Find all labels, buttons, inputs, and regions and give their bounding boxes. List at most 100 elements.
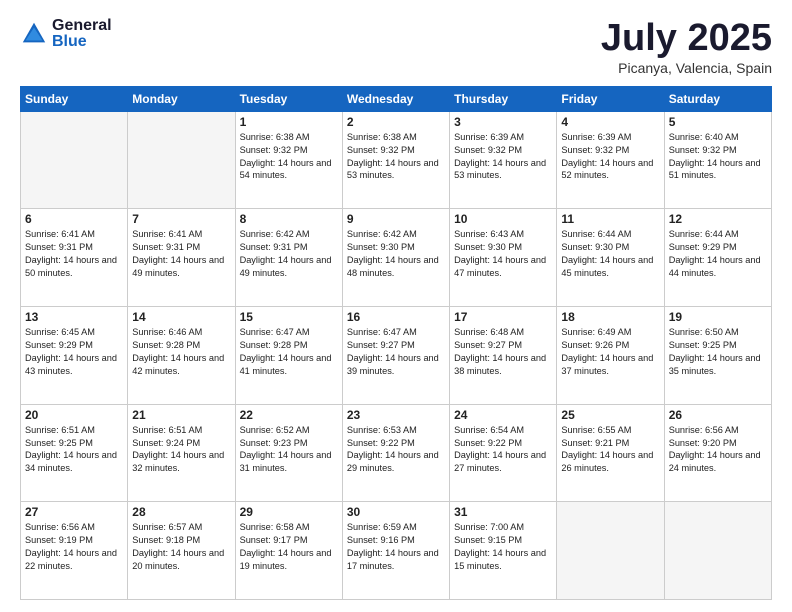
calendar-cell: 2 Sunrise: 6:38 AM Sunset: 9:32 PM Daylig…: [342, 111, 449, 209]
day-number: 25: [561, 408, 659, 422]
calendar-cell: [557, 502, 664, 600]
day-number: 27: [25, 505, 123, 519]
cell-text: Sunrise: 6:55 AM Sunset: 9:21 PM Dayligh…: [561, 424, 659, 476]
day-number: 10: [454, 212, 552, 226]
calendar-cell: 10Sunrise: 6:43 AM Sunset: 9:30 PM Dayli…: [450, 209, 557, 307]
location-subtitle: Picanya, Valencia, Spain: [601, 60, 772, 76]
cell-text: Sunrise: 6:46 AM Sunset: 9:28 PM Dayligh…: [132, 326, 230, 378]
calendar-cell: [664, 502, 771, 600]
weekday-header: Saturday: [664, 86, 771, 111]
calendar-cell: [128, 111, 235, 209]
calendar-cell: 17 Sunrise: 6:48 AM Sunset: 9:27 PM Dayli…: [450, 307, 557, 405]
cell-text: Sunrise: 6:47 AM Sunset: 9:27 PM Dayligh…: [347, 326, 445, 378]
day-number: 1: [240, 115, 338, 129]
calendar-table: SundayMondayTuesdayWednesdayThursdayFrid…: [20, 86, 772, 600]
day-number: 21: [132, 408, 230, 422]
day-number: 8: [240, 212, 338, 226]
calendar-cell: 19 Sunrise: 6:50 AM Sunset: 9:25 PM Dayli…: [664, 307, 771, 405]
calendar-week-row: 20 Sunrise: 6:51 AM Sunset: 9:25 PM Dayli…: [21, 404, 772, 502]
cell-text: Sunrise: 6:58 AM Sunset: 9:17 PM Dayligh…: [240, 521, 338, 573]
day-number: 23: [347, 408, 445, 422]
cell-text: Sunrise: 6:44 AM Sunset: 9:29 PM Dayligh…: [669, 228, 767, 280]
day-number: 12: [669, 212, 767, 226]
header: General Blue July 2025 Picanya, Valencia…: [20, 18, 772, 76]
day-number: 20: [25, 408, 123, 422]
calendar-cell: 5 Sunrise: 6:40 AM Sunset: 9:32 PM Daylig…: [664, 111, 771, 209]
logo-blue: Blue: [52, 34, 112, 50]
calendar-cell: 23 Sunrise: 6:53 AM Sunset: 9:22 PM Dayli…: [342, 404, 449, 502]
calendar-cell: 16Sunrise: 6:47 AM Sunset: 9:27 PM Dayli…: [342, 307, 449, 405]
cell-text: Sunrise: 6:40 AM Sunset: 9:32 PM Dayligh…: [669, 131, 767, 183]
cell-text: Sunrise: 6:42 AM Sunset: 9:30 PM Dayligh…: [347, 228, 445, 280]
calendar-week-row: 6 Sunrise: 6:41 AM Sunset: 9:31 PM Daylig…: [21, 209, 772, 307]
calendar-cell: 15 Sunrise: 6:47 AM Sunset: 9:28 PM Dayli…: [235, 307, 342, 405]
day-number: 7: [132, 212, 230, 226]
day-number: 17: [454, 310, 552, 324]
calendar-cell: 29 Sunrise: 6:58 AM Sunset: 9:17 PM Dayli…: [235, 502, 342, 600]
day-number: 2: [347, 115, 445, 129]
day-number: 19: [669, 310, 767, 324]
cell-text: Sunrise: 6:41 AM Sunset: 9:31 PM Dayligh…: [132, 228, 230, 280]
day-number: 29: [240, 505, 338, 519]
cell-text: Sunrise: 6:48 AM Sunset: 9:27 PM Dayligh…: [454, 326, 552, 378]
calendar-cell: 27Sunrise: 6:56 AM Sunset: 9:19 PM Dayli…: [21, 502, 128, 600]
cell-text: Sunrise: 6:56 AM Sunset: 9:20 PM Dayligh…: [669, 424, 767, 476]
cell-text: Sunrise: 6:42 AM Sunset: 9:31 PM Dayligh…: [240, 228, 338, 280]
day-number: 4: [561, 115, 659, 129]
calendar-cell: 14 Sunrise: 6:46 AM Sunset: 9:28 PM Dayli…: [128, 307, 235, 405]
calendar-cell: 7 Sunrise: 6:41 AM Sunset: 9:31 PM Daylig…: [128, 209, 235, 307]
cell-text: Sunrise: 6:39 AM Sunset: 9:32 PM Dayligh…: [561, 131, 659, 183]
weekday-header: Tuesday: [235, 86, 342, 111]
page: General Blue July 2025 Picanya, Valencia…: [0, 0, 792, 612]
calendar-cell: 18 Sunrise: 6:49 AM Sunset: 9:26 PM Dayli…: [557, 307, 664, 405]
month-title: July 2025: [601, 18, 772, 60]
cell-text: Sunrise: 6:53 AM Sunset: 9:22 PM Dayligh…: [347, 424, 445, 476]
cell-text: Sunrise: 6:59 AM Sunset: 9:16 PM Dayligh…: [347, 521, 445, 573]
calendar-cell: 3Sunrise: 6:39 AM Sunset: 9:32 PM Daylig…: [450, 111, 557, 209]
day-number: 24: [454, 408, 552, 422]
cell-text: Sunrise: 6:44 AM Sunset: 9:30 PM Dayligh…: [561, 228, 659, 280]
day-number: 5: [669, 115, 767, 129]
cell-text: Sunrise: 6:54 AM Sunset: 9:22 PM Dayligh…: [454, 424, 552, 476]
calendar-cell: 8 Sunrise: 6:42 AM Sunset: 9:31 PM Daylig…: [235, 209, 342, 307]
cell-text: Sunrise: 6:50 AM Sunset: 9:25 PM Dayligh…: [669, 326, 767, 378]
cell-text: Sunrise: 6:38 AM Sunset: 9:32 PM Dayligh…: [347, 131, 445, 183]
logo-general: General: [52, 18, 112, 34]
day-number: 11: [561, 212, 659, 226]
cell-text: Sunrise: 6:49 AM Sunset: 9:26 PM Dayligh…: [561, 326, 659, 378]
logo: General Blue: [20, 18, 112, 50]
calendar-week-row: 13 Sunrise: 6:45 AM Sunset: 9:29 PM Dayli…: [21, 307, 772, 405]
cell-text: Sunrise: 6:51 AM Sunset: 9:24 PM Dayligh…: [132, 424, 230, 476]
calendar-cell: 25 Sunrise: 6:55 AM Sunset: 9:21 PM Dayli…: [557, 404, 664, 502]
day-number: 30: [347, 505, 445, 519]
calendar-cell: 13 Sunrise: 6:45 AM Sunset: 9:29 PM Dayli…: [21, 307, 128, 405]
day-number: 15: [240, 310, 338, 324]
calendar-cell: 1Sunrise: 6:38 AM Sunset: 9:32 PM Daylig…: [235, 111, 342, 209]
calendar-cell: [21, 111, 128, 209]
day-number: 3: [454, 115, 552, 129]
calendar-week-row: 27Sunrise: 6:56 AM Sunset: 9:19 PM Dayli…: [21, 502, 772, 600]
day-number: 14: [132, 310, 230, 324]
calendar-cell: 11 Sunrise: 6:44 AM Sunset: 9:30 PM Dayli…: [557, 209, 664, 307]
calendar-cell: 26Sunrise: 6:56 AM Sunset: 9:20 PM Dayli…: [664, 404, 771, 502]
calendar-cell: 21 Sunrise: 6:51 AM Sunset: 9:24 PM Dayli…: [128, 404, 235, 502]
cell-text: Sunrise: 6:45 AM Sunset: 9:29 PM Dayligh…: [25, 326, 123, 378]
day-number: 28: [132, 505, 230, 519]
calendar-cell: 9Sunrise: 6:42 AM Sunset: 9:30 PM Daylig…: [342, 209, 449, 307]
calendar-cell: 4 Sunrise: 6:39 AM Sunset: 9:32 PM Daylig…: [557, 111, 664, 209]
calendar-cell: 24 Sunrise: 6:54 AM Sunset: 9:22 PM Dayli…: [450, 404, 557, 502]
logo-text: General Blue: [52, 18, 112, 50]
weekday-header: Friday: [557, 86, 664, 111]
title-block: July 2025 Picanya, Valencia, Spain: [601, 18, 772, 76]
logo-icon: [20, 20, 48, 48]
calendar-cell: 28 Sunrise: 6:57 AM Sunset: 9:18 PM Dayli…: [128, 502, 235, 600]
weekday-header: Wednesday: [342, 86, 449, 111]
cell-text: Sunrise: 6:57 AM Sunset: 9:18 PM Dayligh…: [132, 521, 230, 573]
cell-text: Sunrise: 6:52 AM Sunset: 9:23 PM Dayligh…: [240, 424, 338, 476]
day-number: 6: [25, 212, 123, 226]
calendar-cell: 31Sunrise: 7:00 AM Sunset: 9:15 PM Dayli…: [450, 502, 557, 600]
cell-text: Sunrise: 6:47 AM Sunset: 9:28 PM Dayligh…: [240, 326, 338, 378]
day-number: 18: [561, 310, 659, 324]
cell-text: Sunrise: 6:51 AM Sunset: 9:25 PM Dayligh…: [25, 424, 123, 476]
day-number: 13: [25, 310, 123, 324]
